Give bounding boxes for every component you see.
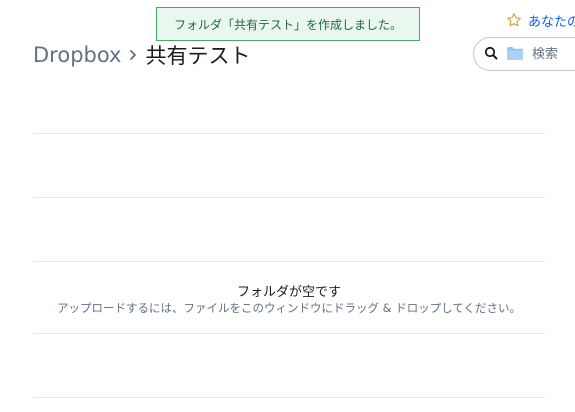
- toast-message: フォルダ「共有テスト」を作成しました。: [173, 17, 402, 32]
- row-divider: [33, 133, 545, 134]
- star-link-label[interactable]: あなたの: [528, 11, 575, 30]
- breadcrumb: Dropbox 共有テスト: [33, 41, 250, 69]
- success-toast: フォルダ「共有テスト」を作成しました。: [156, 7, 420, 41]
- breadcrumb-root[interactable]: Dropbox: [33, 43, 121, 67]
- row-divider: [33, 397, 545, 398]
- star-icon: [506, 12, 522, 28]
- row-divider: [33, 261, 545, 262]
- page-title: 共有テスト: [145, 44, 251, 68]
- row-divider: [33, 197, 545, 198]
- chevron-right-icon: [129, 49, 137, 61]
- search-icon: [484, 45, 498, 64]
- row-divider: [33, 333, 545, 334]
- empty-folder-title: フォルダが空です: [236, 285, 341, 300]
- folder-icon: [506, 45, 524, 64]
- search-bar[interactable]: [473, 37, 575, 71]
- search-input[interactable]: [532, 46, 575, 62]
- star-link[interactable]: あなたの: [506, 9, 575, 31]
- empty-folder-subtitle: アップロードするには、ファイルをこのウィンドウにドラッグ & ドロップしてくださ…: [56, 301, 522, 315]
